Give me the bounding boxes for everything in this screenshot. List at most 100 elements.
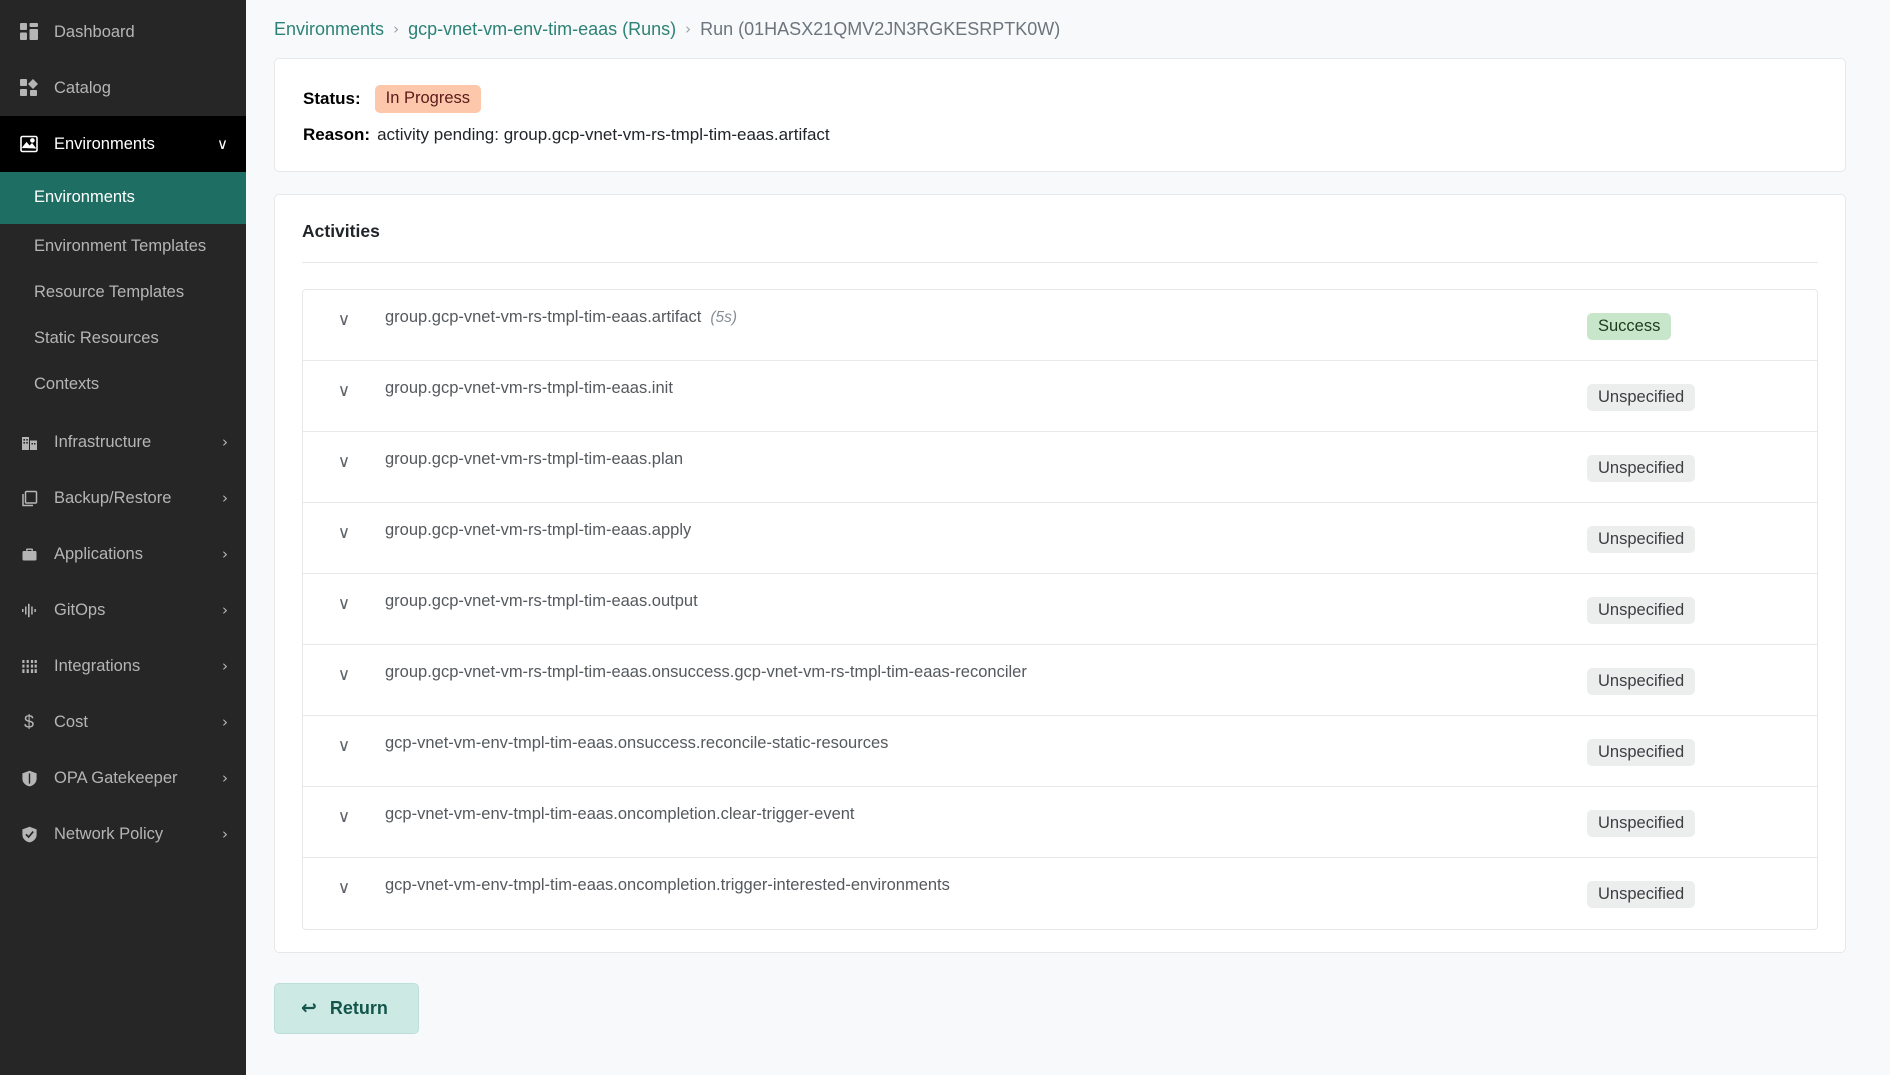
main-content: Environments › gcp-vnet-vm-env-tim-eaas … bbox=[246, 0, 1890, 1075]
activity-status-badge: Unspecified bbox=[1587, 738, 1696, 766]
sidebar-item-network-policy[interactable]: Network Policy › bbox=[0, 806, 246, 862]
status-line: Status: In Progress bbox=[303, 85, 1845, 113]
sidebar-item-integrations[interactable]: Integrations › bbox=[0, 638, 246, 694]
sidebar-subitem-label: Static Resources bbox=[34, 329, 159, 348]
chevron-down-icon[interactable]: ∨ bbox=[303, 503, 385, 542]
sidebar-subitem-label: Environment Templates bbox=[34, 237, 207, 256]
cost-icon: $ bbox=[23, 711, 34, 732]
sidebar-item-gitops[interactable]: GitOps › bbox=[0, 582, 246, 638]
sidebar-item-label: Integrations bbox=[54, 656, 141, 675]
activity-status-badge: Unspecified bbox=[1587, 667, 1696, 695]
sidebar-item-label: Environments bbox=[54, 134, 155, 153]
activity-name: gcp-vnet-vm-env-tmpl-tim-eaas.oncompleti… bbox=[385, 787, 1587, 824]
activity-name-text: group.gcp-vnet-vm-rs-tmpl-tim-eaas.plan bbox=[385, 449, 684, 468]
activity-row[interactable]: ∨ gcp-vnet-vm-env-tmpl-tim-eaas.onsuccess… bbox=[303, 716, 1817, 787]
chevron-right-icon: › bbox=[222, 544, 228, 563]
breadcrumb-separator-icon: › bbox=[685, 20, 692, 38]
sidebar-item-infrastructure[interactable]: Infrastructure › bbox=[0, 414, 246, 470]
breadcrumb-separator-icon: › bbox=[393, 20, 400, 38]
activity-name: gcp-vnet-vm-env-tmpl-tim-eaas.oncompleti… bbox=[385, 858, 1587, 895]
sidebar-subitem-environment-templates[interactable]: Environment Templates bbox=[0, 224, 246, 270]
activity-status-badge: Unspecified bbox=[1587, 596, 1696, 624]
sidebar-subitem-static-resources[interactable]: Static Resources bbox=[0, 316, 246, 362]
opa-gatekeeper-icon bbox=[16, 770, 42, 787]
backup-restore-icon bbox=[16, 490, 42, 507]
chevron-down-icon[interactable]: ∨ bbox=[303, 858, 385, 897]
sidebar-item-environments[interactable]: Environments ∨ bbox=[0, 116, 246, 172]
sidebar: Dashboard Catalog Environments ∨ Environ… bbox=[0, 0, 246, 1075]
activity-status-badge: Unspecified bbox=[1587, 880, 1696, 908]
chevron-down-icon[interactable]: ∨ bbox=[303, 432, 385, 471]
sidebar-subitem-environments[interactable]: Environments bbox=[0, 172, 246, 224]
integrations-icon bbox=[16, 658, 42, 675]
chevron-down-icon[interactable]: ∨ bbox=[303, 290, 385, 329]
activity-row[interactable]: ∨ group.gcp-vnet-vm-rs-tmpl-tim-eaas.appl… bbox=[303, 503, 1817, 574]
activity-name: group.gcp-vnet-vm-rs-tmpl-tim-eaas.onsuc… bbox=[385, 645, 1587, 682]
activity-status-cell: Success bbox=[1587, 290, 1817, 340]
return-arrow-icon: ↩ bbox=[301, 996, 317, 1019]
activity-row[interactable]: ∨ group.gcp-vnet-vm-rs-tmpl-tim-eaas.init… bbox=[303, 361, 1817, 432]
activity-name: group.gcp-vnet-vm-rs-tmpl-tim-eaas.init bbox=[385, 361, 1587, 398]
breadcrumb-link-env-runs[interactable]: gcp-vnet-vm-env-tim-eaas (Runs) bbox=[408, 19, 676, 40]
gitops-icon bbox=[16, 602, 42, 619]
chevron-down-icon[interactable]: ∨ bbox=[303, 574, 385, 613]
activity-status-cell: Unspecified bbox=[1587, 787, 1817, 837]
activity-status-cell: Unspecified bbox=[1587, 716, 1817, 766]
activity-status-badge: Unspecified bbox=[1587, 383, 1696, 411]
chevron-down-icon: ∨ bbox=[217, 134, 228, 153]
sidebar-subitem-label: Resource Templates bbox=[34, 283, 185, 302]
chevron-right-icon: › bbox=[222, 768, 228, 787]
sidebar-item-opa-gatekeeper[interactable]: OPA Gatekeeper › bbox=[0, 750, 246, 806]
status-badge: In Progress bbox=[374, 85, 481, 113]
chevron-down-icon[interactable]: ∨ bbox=[303, 645, 385, 684]
sidebar-subitem-contexts[interactable]: Contexts bbox=[0, 362, 246, 408]
sidebar-item-applications[interactable]: Applications › bbox=[0, 526, 246, 582]
activity-status-badge: Unspecified bbox=[1587, 454, 1696, 482]
sidebar-subitem-resource-templates[interactable]: Resource Templates bbox=[0, 270, 246, 316]
activity-status-cell: Unspecified bbox=[1587, 361, 1817, 411]
activity-status-badge: Unspecified bbox=[1587, 525, 1696, 553]
activities-card: Activities ∨ group.gcp-vnet-vm-rs-tmpl-ti… bbox=[274, 193, 1846, 953]
sidebar-submenu-environments: Environments Environment Templates Resou… bbox=[0, 172, 246, 414]
chevron-right-icon: › bbox=[222, 824, 228, 843]
reason-value: activity pending: group.gcp-vnet-vm-rs-t… bbox=[377, 124, 830, 144]
sidebar-item-backup-restore[interactable]: Backup/Restore › bbox=[0, 470, 246, 526]
activity-row[interactable]: ∨ group.gcp-vnet-vm-rs-tmpl-tim-eaas.plan… bbox=[303, 432, 1817, 503]
activities-title: Activities bbox=[302, 217, 1818, 263]
activity-row[interactable]: ∨ group.gcp-vnet-vm-rs-tmpl-tim-eaas.arti… bbox=[303, 290, 1817, 361]
activity-row[interactable]: ∨ gcp-vnet-vm-env-tmpl-tim-eaas.oncomplet… bbox=[303, 787, 1817, 858]
activity-status-badge: Unspecified bbox=[1587, 809, 1696, 837]
breadcrumb: Environments › gcp-vnet-vm-env-tim-eaas … bbox=[246, 0, 1890, 58]
activity-status-cell: Unspecified bbox=[1587, 574, 1817, 624]
breadcrumb-link-environments[interactable]: Environments bbox=[274, 19, 384, 40]
sidebar-item-label: Applications bbox=[54, 544, 143, 563]
applications-icon bbox=[16, 546, 42, 563]
sidebar-item-cost[interactable]: $ Cost › bbox=[0, 694, 246, 750]
activity-status-cell: Unspecified bbox=[1587, 645, 1817, 695]
chevron-right-icon: › bbox=[222, 432, 228, 451]
return-bar: ↩ Return bbox=[274, 982, 1890, 1034]
activity-name: group.gcp-vnet-vm-rs-tmpl-tim-eaas.artif… bbox=[385, 290, 1587, 327]
activity-name: group.gcp-vnet-vm-rs-tmpl-tim-eaas.plan bbox=[385, 432, 1587, 469]
sidebar-item-label: Catalog bbox=[54, 78, 111, 97]
sidebar-item-label: Cost bbox=[54, 712, 88, 731]
activity-name-text: group.gcp-vnet-vm-rs-tmpl-tim-eaas.outpu… bbox=[385, 591, 698, 610]
activity-name: gcp-vnet-vm-env-tmpl-tim-eaas.onsuccess.… bbox=[385, 716, 1587, 753]
sidebar-item-label: Infrastructure bbox=[54, 432, 152, 451]
chevron-down-icon[interactable]: ∨ bbox=[303, 716, 385, 755]
activity-row[interactable]: ∨ group.gcp-vnet-vm-rs-tmpl-tim-eaas.onsu… bbox=[303, 645, 1817, 716]
sidebar-item-catalog[interactable]: Catalog bbox=[0, 60, 246, 116]
activity-row[interactable]: ∨ group.gcp-vnet-vm-rs-tmpl-tim-eaas.outp… bbox=[303, 574, 1817, 645]
chevron-right-icon: › bbox=[222, 600, 228, 619]
chevron-down-icon[interactable]: ∨ bbox=[303, 787, 385, 826]
environments-icon bbox=[16, 135, 42, 153]
return-button[interactable]: ↩ Return bbox=[274, 982, 419, 1034]
activities-list: ∨ group.gcp-vnet-vm-rs-tmpl-tim-eaas.arti… bbox=[302, 288, 1818, 930]
chevron-down-icon[interactable]: ∨ bbox=[303, 361, 385, 400]
activity-name-text: group.gcp-vnet-vm-rs-tmpl-tim-eaas.onsuc… bbox=[385, 662, 1027, 681]
sidebar-subitem-label: Environments bbox=[34, 188, 135, 207]
activity-row[interactable]: ∨ gcp-vnet-vm-env-tmpl-tim-eaas.oncomplet… bbox=[303, 858, 1817, 929]
activity-name-text: group.gcp-vnet-vm-rs-tmpl-tim-eaas.init bbox=[385, 378, 673, 397]
sidebar-item-dashboard[interactable]: Dashboard bbox=[0, 4, 246, 60]
activity-duration: (5s) bbox=[710, 308, 738, 326]
